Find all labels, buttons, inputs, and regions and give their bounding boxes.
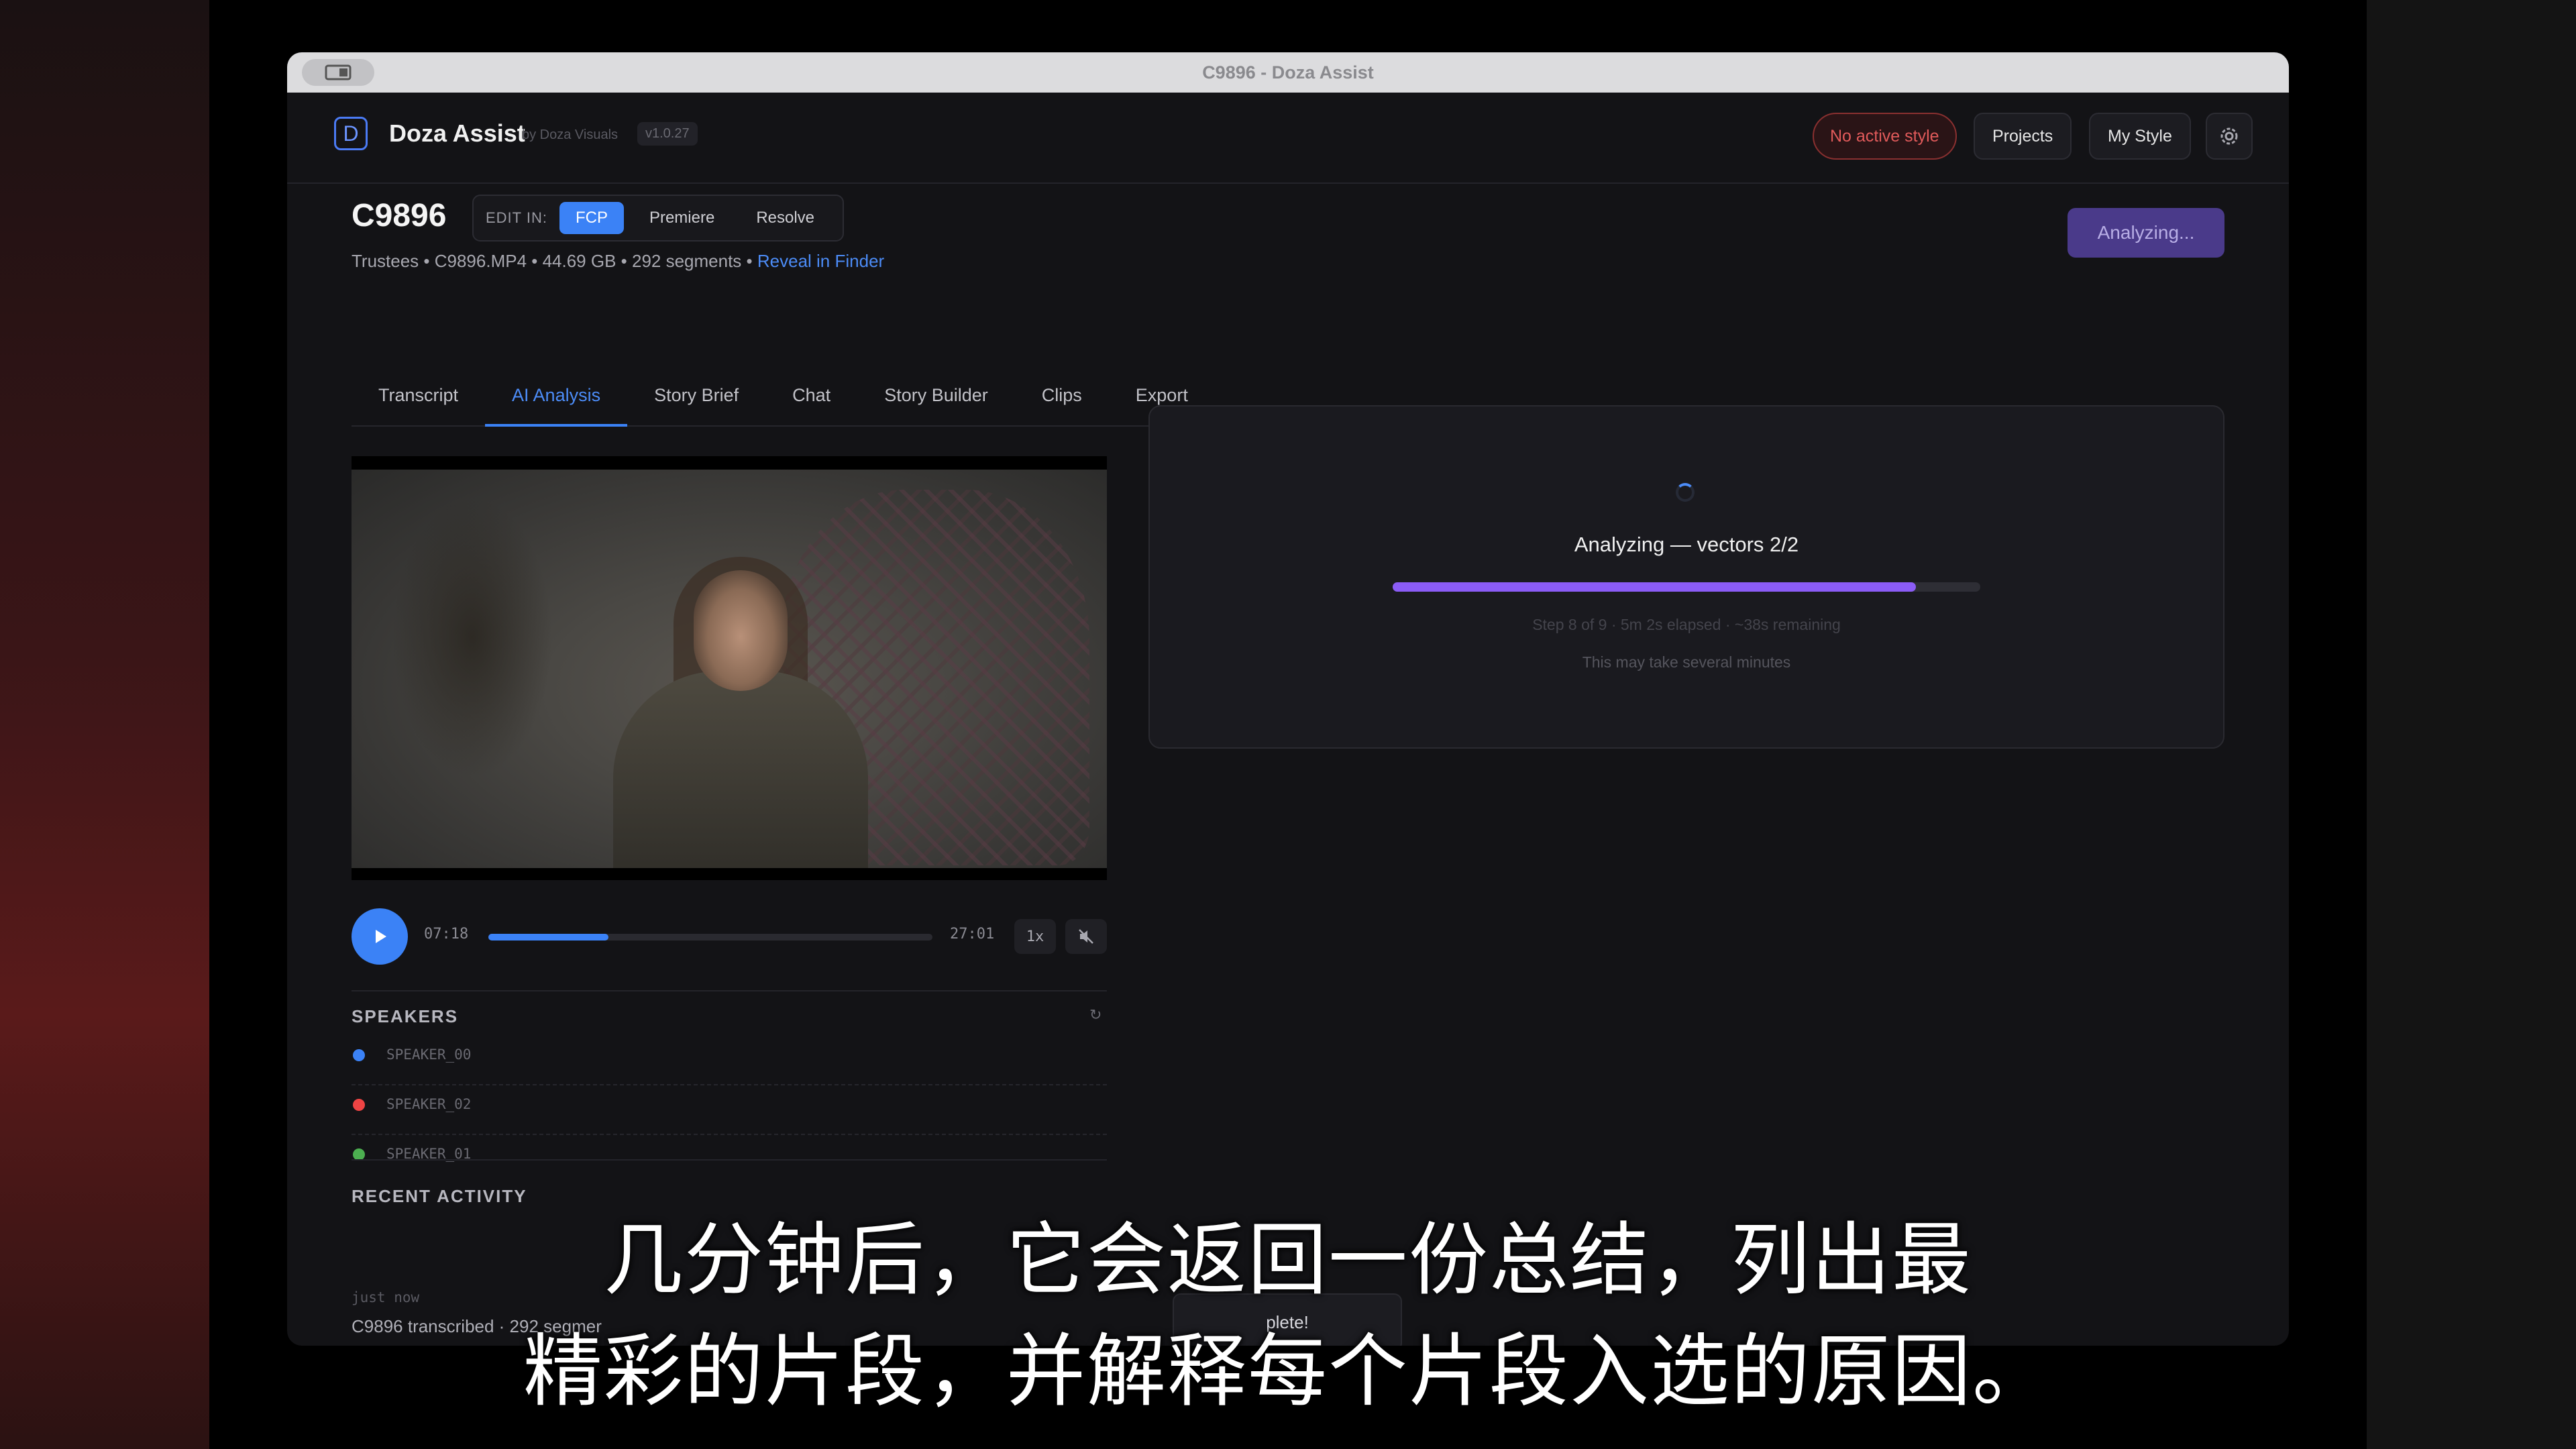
tab-story-brief[interactable]: Story Brief	[627, 368, 765, 425]
projects-button[interactable]: Projects	[1974, 113, 2072, 160]
clip-meta-text: Trustees • C9896.MP4 • 44.69 GB • 292 se…	[352, 251, 753, 271]
speaker-muted-icon	[1079, 929, 1093, 944]
playback-controls: 07:18 27:01 1x	[352, 908, 1107, 965]
sidebar-icon	[325, 64, 352, 80]
app-header: D Doza Assist by Doza Visuals v1.0.27 No…	[287, 93, 2289, 184]
reveal-in-finder-link[interactable]: Reveal in Finder	[757, 251, 884, 271]
edit-in-resolve[interactable]: Resolve	[740, 202, 830, 234]
gear-icon	[2220, 127, 2238, 145]
analyzing-button[interactable]: Analyzing...	[2068, 208, 2224, 258]
tab-ai-analysis[interactable]: AI Analysis	[485, 368, 628, 427]
app-window: C9896 - Doza Assist D Doza Assist by Doz…	[287, 52, 2289, 1346]
edit-in-premiere[interactable]: Premiere	[633, 202, 731, 234]
analysis-progress-card: Analyzing — vectors 2/2 Step 8 of 9 · 5m…	[1148, 405, 2224, 749]
app-version: v1.0.27	[637, 122, 698, 146]
refresh-icon[interactable]: ↻	[1089, 1006, 1102, 1024]
analysis-progress-fill	[1393, 582, 1916, 592]
app-logo: D	[334, 117, 368, 150]
clip-meta: Trustees • C9896.MP4 • 44.69 GB • 292 se…	[352, 251, 884, 272]
my-style-button[interactable]: My Style	[2089, 113, 2191, 160]
seek-bar-fill	[488, 934, 608, 941]
play-icon	[376, 930, 386, 943]
tab-chat[interactable]: Chat	[765, 368, 857, 425]
speaker-name: SPEAKER_00	[386, 1046, 472, 1063]
subtitle-line-2: 精彩的片段，并解释每个片段入选的原因。	[523, 1325, 2053, 1417]
video-plant-shape	[392, 496, 553, 778]
mute-button[interactable]	[1065, 919, 1107, 954]
edit-in-fcp[interactable]: FCP	[559, 202, 624, 234]
analysis-note: This may take several minutes	[1582, 653, 1791, 671]
playback-speed-button[interactable]: 1x	[1014, 919, 1056, 954]
tab-transcript[interactable]: Transcript	[352, 368, 485, 425]
divider	[352, 990, 1107, 991]
video-person-body	[613, 671, 868, 868]
video-frame-image	[352, 470, 1107, 868]
tab-story-builder[interactable]: Story Builder	[857, 368, 1015, 425]
loading-spinner-icon	[1676, 483, 1695, 502]
edit-in-selector: EDIT IN: FCP Premiere Resolve	[472, 195, 845, 241]
window-sidebar-toggle[interactable]	[302, 59, 374, 86]
speaker-row[interactable]: SPEAKER_00	[352, 1036, 1107, 1085]
app-name: Doza Assist	[389, 119, 525, 147]
video-player[interactable]	[352, 456, 1107, 880]
analysis-progress-bar	[1393, 582, 1980, 592]
speaker-name: SPEAKER_02	[386, 1096, 472, 1112]
analysis-step-text: Step 8 of 9 · 5m 2s elapsed · ~38s remai…	[1532, 616, 1841, 633]
tab-clips[interactable]: Clips	[1015, 368, 1109, 425]
settings-button[interactable]	[2206, 113, 2253, 160]
speaker-color-dot	[353, 1099, 365, 1111]
edit-in-label: EDIT IN:	[486, 209, 547, 226]
clip-title: C9896	[352, 198, 447, 233]
style-status-button[interactable]: No active style	[1813, 113, 1957, 160]
seek-bar[interactable]	[488, 934, 932, 941]
total-time: 27:01	[950, 926, 995, 943]
window-title: C9896 - Doza Assist	[1202, 62, 1374, 83]
video-person-head	[694, 570, 788, 691]
current-time: 07:18	[424, 926, 469, 943]
title-bar: C9896 - Doza Assist	[287, 52, 2289, 93]
speaker-row[interactable]: SPEAKER_02	[352, 1085, 1107, 1135]
speaker-color-dot	[353, 1049, 365, 1061]
speakers-heading: SPEAKERS	[352, 1006, 459, 1026]
divider	[352, 1159, 1107, 1161]
subtitle-line-1: 几分钟后，它会返回一份总结，列出最	[603, 1214, 1972, 1306]
play-button[interactable]	[352, 908, 408, 965]
analysis-status-title: Analyzing — vectors 2/2	[1574, 533, 1799, 556]
app-byline: by Doza Visuals	[522, 127, 619, 142]
